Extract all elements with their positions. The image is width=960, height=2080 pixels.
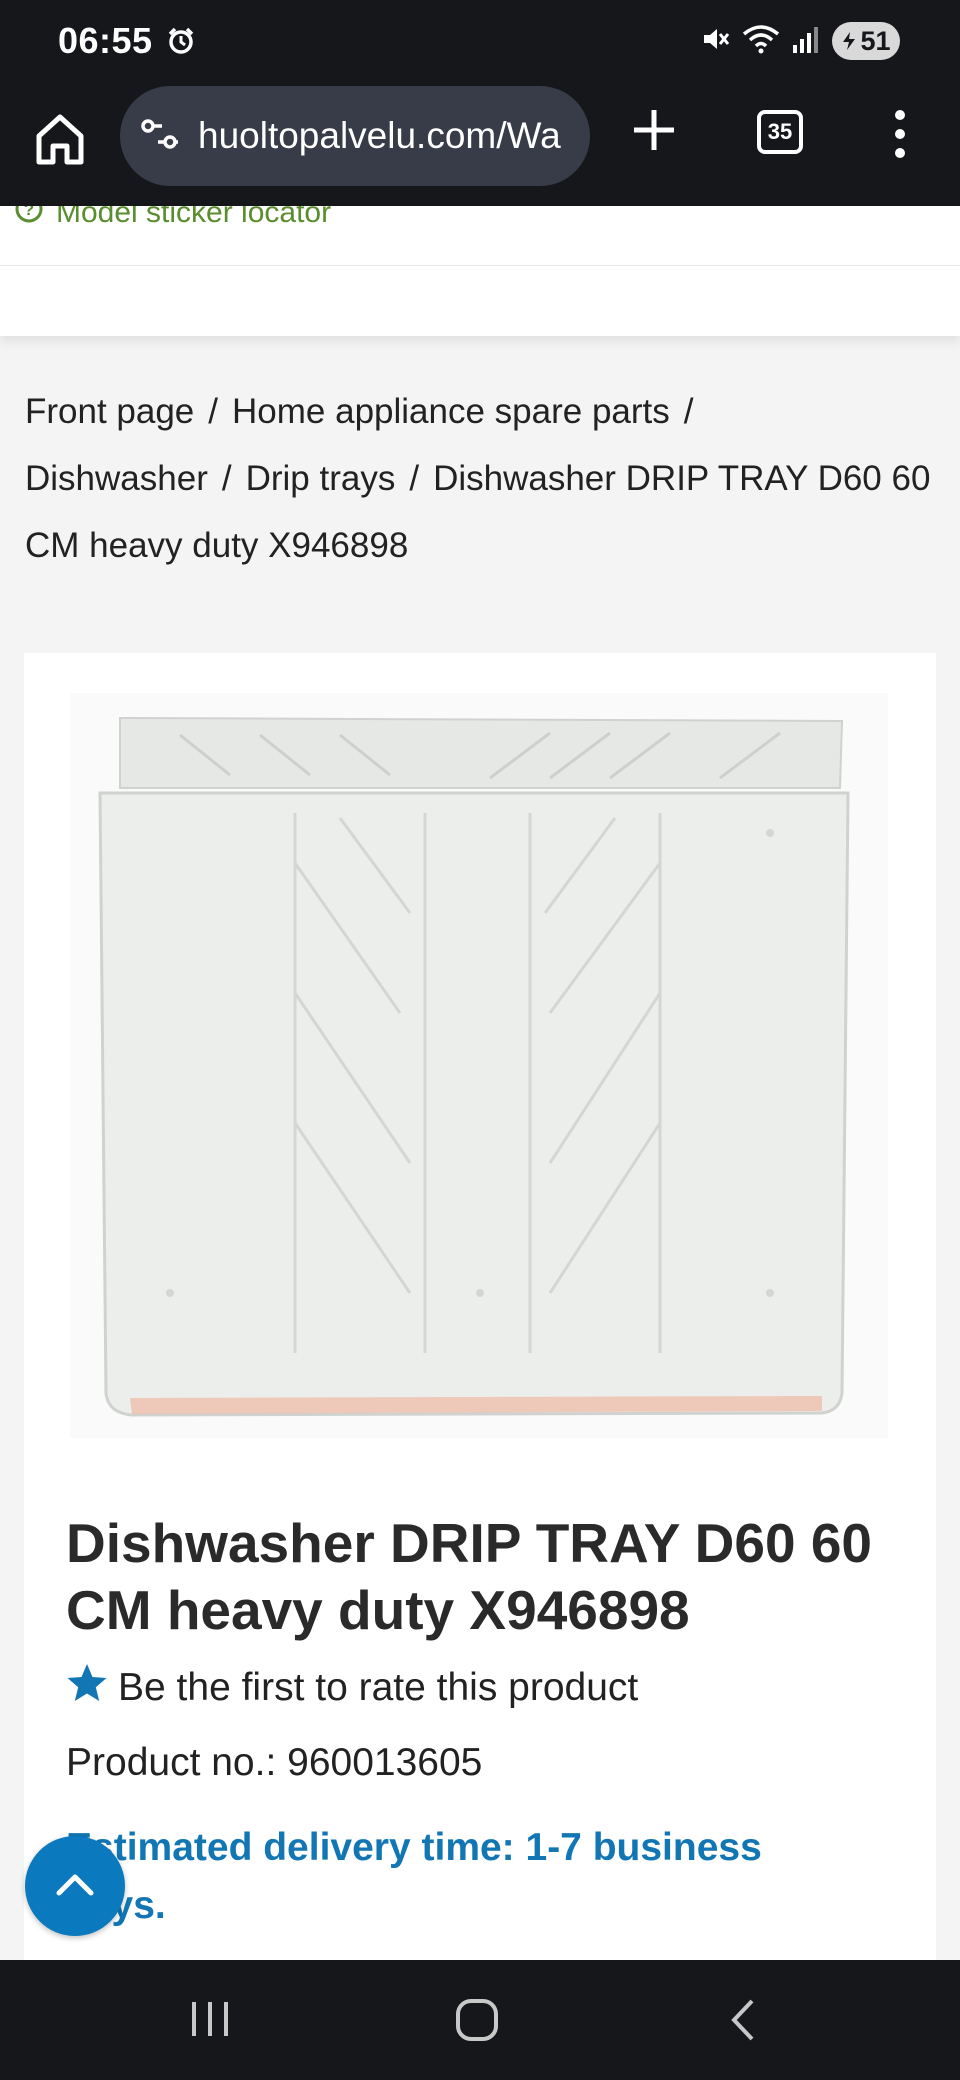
status-bar: 06:55 51 (0, 0, 960, 86)
wifi-icon (742, 24, 780, 59)
svg-text:?: ? (24, 206, 34, 219)
battery-level: 51 (860, 25, 891, 56)
status-time: 06:55 (58, 20, 153, 61)
product-number: Product no.: 960013605 (66, 1741, 483, 1784)
rating-row[interactable]: Be the first to rate this product (66, 1663, 638, 1713)
product-title: Dishwasher DRIP TRAY D60 60 CM heavy dut… (66, 1512, 873, 1641)
recents-icon[interactable] (190, 1998, 230, 2045)
drip-tray-image[interactable] (70, 693, 888, 1438)
url-text[interactable]: huoltopalvelu.com/Wa (198, 115, 570, 157)
breadcrumb-separator: / (221, 459, 232, 498)
home-icon[interactable] (34, 112, 86, 168)
new-tab-icon[interactable] (632, 108, 676, 152)
breadcrumb-separator: / (409, 459, 420, 498)
breadcrumb: Front page / Home appliance spare parts / Di… (25, 378, 935, 579)
breadcrumb-home-appliance-spare-parts[interactable]: Home appliance spare parts (232, 392, 670, 431)
address-bar[interactable]: huoltopalvelu.com/Wa (120, 86, 590, 186)
more-menu-icon[interactable] (890, 108, 910, 160)
battery-icon: 51 (832, 22, 900, 60)
star-icon[interactable] (66, 1663, 108, 1713)
site-header: ? Model sticker locator (0, 206, 960, 336)
tab-switcher-icon[interactable]: 35 (757, 110, 803, 154)
back-icon[interactable] (728, 1998, 758, 2047)
signal-icon (792, 24, 820, 59)
breadcrumb-drip-trays[interactable]: Drip trays (246, 459, 396, 498)
nav-home-icon[interactable] (455, 1998, 499, 2047)
status-icons: 51 (700, 22, 900, 60)
system-navigation-bar (0, 1960, 960, 2080)
product-card: Dishwasher DRIP TRAY D60 60 CM heavy dut… (24, 653, 936, 2080)
delivery-time: Estimated delivery time: 1-7 business da… (66, 1826, 762, 1927)
alarm-icon (166, 26, 196, 61)
breadcrumb-dishwasher[interactable]: Dishwasher (25, 459, 208, 498)
browser-toolbar: huoltopalvelu.com/Wa 35 (0, 86, 960, 206)
scroll-to-top-button[interactable] (25, 1836, 125, 1936)
page: 06:55 51 huoltopalvelu.com/Wa 35 ? Model… (0, 0, 960, 2080)
mute-icon (700, 24, 730, 59)
help-circle-icon: ? (14, 206, 44, 232)
breadcrumb-front-page[interactable]: Front page (25, 392, 194, 431)
chevron-up-icon (55, 1871, 95, 1902)
site-settings-icon[interactable] (140, 116, 180, 157)
breadcrumb-separator: / (683, 392, 694, 431)
breadcrumb-separator: / (208, 392, 219, 431)
model-sticker-locator-link[interactable]: ? Model sticker locator (14, 206, 331, 232)
rating-text[interactable]: Be the first to rate this product (118, 1666, 638, 1710)
header-divider (0, 265, 960, 266)
model-sticker-locator-label[interactable]: Model sticker locator (56, 206, 331, 230)
